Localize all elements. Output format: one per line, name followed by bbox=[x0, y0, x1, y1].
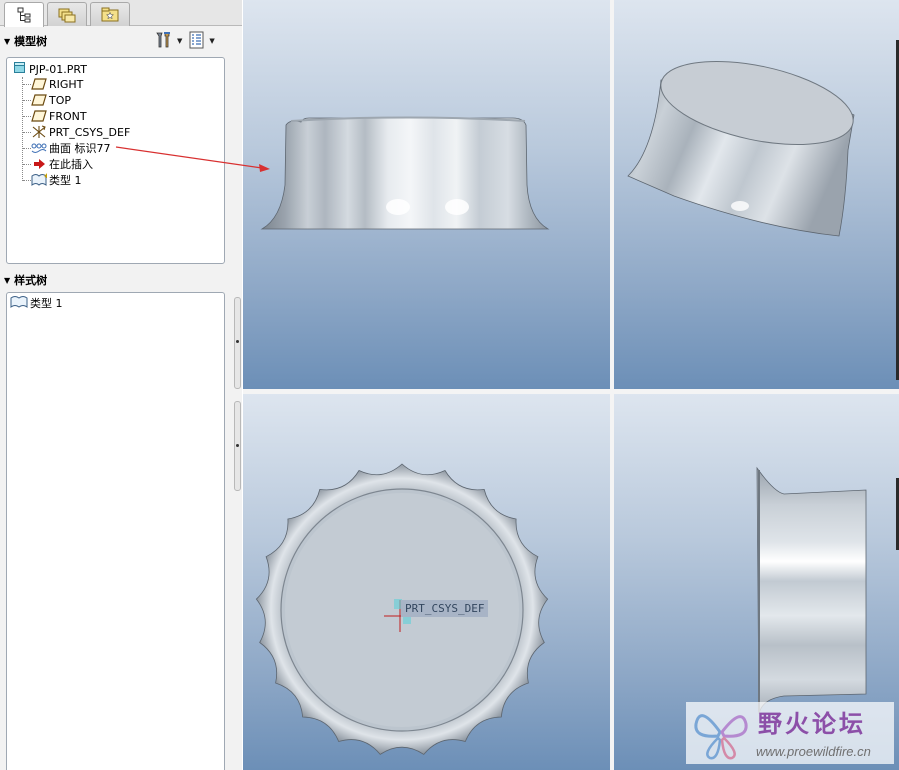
part-icon bbox=[13, 61, 26, 77]
style-tree-item[interactable]: 类型 1 bbox=[10, 295, 63, 311]
navigator-panel: ▼ 模型树 ▼ ▼ PJP-01.PRT RIGHT TOP FRONT PRT… bbox=[0, 0, 242, 770]
style-tree: 类型 1 bbox=[6, 292, 225, 770]
tree-connector bbox=[23, 84, 31, 85]
tree-item-insert-here[interactable]: 在此插入 bbox=[31, 156, 93, 172]
bottle-cap-top-view bbox=[255, 463, 549, 755]
tree-item-label: FRONT bbox=[49, 109, 87, 123]
chevron-down-icon: ▼ bbox=[177, 37, 183, 45]
tree-connector bbox=[23, 116, 31, 117]
tree-connector bbox=[23, 164, 31, 165]
tree-item-label: 曲面 标识77 bbox=[49, 142, 111, 155]
grip-dot bbox=[236, 444, 239, 447]
tree-connector bbox=[23, 148, 31, 149]
tree-item-style[interactable]: ✱ 类型 1 bbox=[31, 172, 82, 188]
style-tree-header[interactable]: ▼ 样式树 bbox=[4, 271, 47, 289]
svg-text:✱: ✱ bbox=[44, 173, 47, 180]
collapse-triangle-icon: ▼ bbox=[4, 275, 11, 285]
style-tree-title: 样式树 bbox=[14, 274, 48, 287]
tree-item-surface[interactable]: 曲面 标识77 bbox=[31, 140, 111, 156]
tree-settings-button[interactable]: ▼ bbox=[152, 31, 184, 51]
panel-splitter-handle[interactable] bbox=[234, 297, 241, 389]
tree-item-label: 类型 1 bbox=[49, 174, 82, 187]
viewport-front-view[interactable] bbox=[243, 0, 610, 389]
tree-item-label: TOP bbox=[49, 93, 72, 107]
show-options-icon bbox=[188, 31, 206, 52]
tab-favorites[interactable] bbox=[90, 2, 130, 26]
bottle-cap-front-view bbox=[260, 116, 550, 230]
favorites-icon bbox=[101, 7, 119, 23]
surface-quilt-icon bbox=[31, 141, 47, 155]
navigator-tab-strip bbox=[0, 0, 242, 27]
tree-connector bbox=[23, 180, 31, 181]
tree-connector bbox=[23, 100, 31, 101]
insert-here-arrow-icon bbox=[31, 157, 47, 171]
style-feature-icon: ✱ bbox=[31, 173, 47, 187]
datum-plane-icon bbox=[31, 109, 47, 123]
viewport-isometric-view[interactable] bbox=[614, 0, 899, 389]
viewport-divider-vertical[interactable] bbox=[610, 0, 614, 770]
tree-root-label: PJP-01.PRT bbox=[29, 62, 87, 76]
tab-folder-browser[interactable] bbox=[47, 2, 87, 26]
folder-browser-icon bbox=[58, 7, 76, 23]
collapse-triangle-icon: ▼ bbox=[4, 36, 11, 46]
datum-plane-icon bbox=[31, 93, 47, 107]
panel-splitter-handle[interactable] bbox=[234, 401, 241, 491]
grip-dot bbox=[236, 340, 239, 343]
bottle-cap-isometric-view bbox=[627, 60, 855, 237]
tree-connector bbox=[22, 77, 23, 181]
chevron-down-icon: ▼ bbox=[209, 37, 215, 45]
tree-show-button[interactable]: ▼ bbox=[186, 31, 216, 51]
tree-item-label: PRT_CSYS_DEF bbox=[49, 125, 131, 139]
coordinate-system-icon bbox=[31, 125, 47, 139]
tree-item-right-plane[interactable]: RIGHT bbox=[31, 76, 83, 92]
model-tree-title: 模型树 bbox=[14, 35, 48, 48]
model-tree-toolbar: ▼ ▼ bbox=[152, 30, 217, 52]
model-tree-icon bbox=[16, 7, 32, 23]
tree-root-part[interactable]: PJP-01.PRT bbox=[13, 61, 87, 77]
tree-item-label: RIGHT bbox=[49, 77, 84, 91]
tree-item-csys[interactable]: PRT_CSYS_DEF bbox=[31, 124, 130, 140]
forum-watermark: 野火论坛 www.proewildfire.cn bbox=[686, 702, 894, 764]
tab-model-tree[interactable] bbox=[4, 2, 44, 27]
model-tree-header[interactable]: ▼ 模型树 bbox=[4, 32, 47, 50]
style-tree-item-label: 类型 1 bbox=[30, 297, 63, 310]
tree-item-top-plane[interactable]: TOP bbox=[31, 92, 71, 108]
datum-plane-icon bbox=[31, 77, 47, 91]
watermark-title: 野火论坛 bbox=[758, 710, 866, 738]
csys-label: PRT_CSYS_DEF bbox=[401, 600, 489, 617]
tree-item-label: 在此插入 bbox=[49, 158, 93, 171]
watermark-url: www.proewildfire.cn bbox=[756, 744, 871, 759]
viewport-divider-horizontal[interactable] bbox=[243, 389, 899, 394]
settings-tools-icon bbox=[154, 31, 174, 52]
tree-item-front-plane[interactable]: FRONT bbox=[31, 108, 87, 124]
tree-connector bbox=[23, 132, 31, 133]
viewport-top-view[interactable]: PRT_CSYS_DEF bbox=[243, 394, 610, 770]
style-feature-icon bbox=[10, 295, 28, 312]
model-tree: PJP-01.PRT RIGHT TOP FRONT PRT_CSYS_DEF … bbox=[6, 57, 225, 264]
butterfly-logo-icon bbox=[690, 704, 752, 765]
